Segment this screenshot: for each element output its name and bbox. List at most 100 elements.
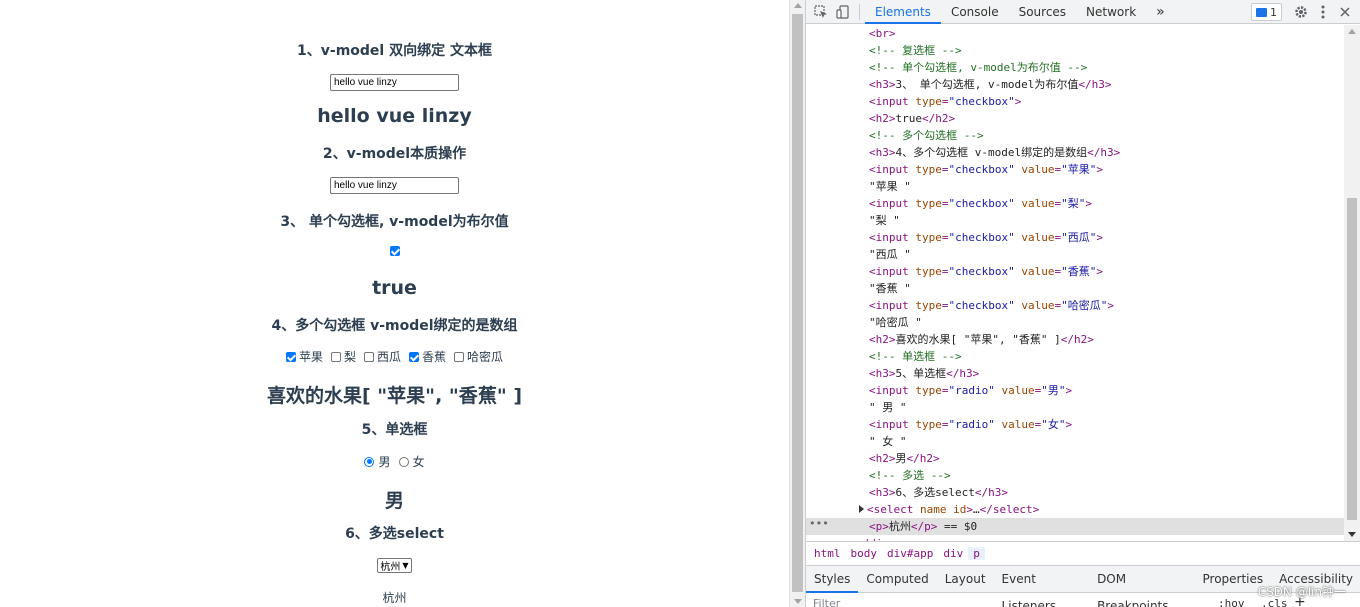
- fruit-checkbox-watermelon[interactable]: [363, 351, 374, 362]
- tab-dom-breakpoints[interactable]: DOM Breakpoints: [1089, 566, 1194, 607]
- fruit-label: 哈密瓜: [467, 350, 504, 364]
- chevron-down-icon: ▼: [402, 561, 409, 570]
- dom-line[interactable]: "哈密瓜 ": [806, 314, 1344, 331]
- dom-line[interactable]: <input type="checkbox" value="哈密瓜">: [806, 297, 1344, 314]
- inspect-element-icon[interactable]: [810, 1, 832, 23]
- radio-option-male[interactable]: 男: [364, 453, 391, 470]
- close-icon[interactable]: [1334, 1, 1356, 23]
- dom-line[interactable]: "香蕉 ": [806, 280, 1344, 297]
- dom-tree[interactable]: ••• <br> <!-- 复选框 --> <!-- 单个勾选框, v-model为…: [806, 25, 1344, 541]
- breadcrumb-p[interactable]: p: [968, 547, 985, 560]
- devtools-toolbar: Elements Console Sources Network » 1: [806, 0, 1360, 24]
- dom-line[interactable]: " 男 ": [806, 399, 1344, 416]
- dom-line[interactable]: <input type="checkbox" value="西瓜">: [806, 229, 1344, 246]
- tab-styles[interactable]: Styles: [806, 566, 859, 593]
- dom-line[interactable]: <input type="checkbox" value="香蕉">: [806, 263, 1344, 280]
- text-input-2[interactable]: [330, 177, 459, 194]
- issues-badge[interactable]: 1: [1251, 3, 1282, 21]
- scroll-down-icon[interactable]: [794, 599, 802, 604]
- dom-line[interactable]: <input type="checkbox">: [806, 93, 1344, 110]
- kebab-menu-icon[interactable]: [1312, 1, 1334, 23]
- tab-console[interactable]: Console: [941, 0, 1009, 24]
- breadcrumb-div-app[interactable]: div#app: [882, 547, 938, 560]
- dom-row-dots[interactable]: •••: [809, 515, 829, 532]
- row-single-checkbox: [0, 246, 789, 256]
- dom-line[interactable]: "苹果 ": [806, 178, 1344, 195]
- heading-single-checkbox: 3、 单个勾选框, v-model为布尔值: [280, 214, 509, 230]
- tab-event-listeners[interactable]: Event Listeners: [994, 566, 1090, 607]
- fruit-option-hami-melon[interactable]: 哈密瓜: [454, 348, 503, 365]
- breadcrumb-div[interactable]: div: [938, 547, 968, 560]
- dom-line[interactable]: <!-- 复选框 -->: [806, 42, 1344, 59]
- fruit-checkbox-banana[interactable]: [409, 351, 419, 362]
- dom-line[interactable]: <input type="checkbox" value="梨">: [806, 195, 1344, 212]
- dom-line[interactable]: "西瓜 ": [806, 246, 1344, 263]
- tab-elements[interactable]: Elements: [865, 0, 941, 24]
- dom-line[interactable]: <h3>4、多个勾选框 v-model绑定的是数组</h3>: [806, 144, 1344, 161]
- dom-line[interactable]: <h3>6、多选select</h3>: [806, 484, 1344, 501]
- breadcrumb-html[interactable]: html: [809, 547, 846, 560]
- expand-triangle-icon[interactable]: [859, 505, 864, 513]
- heading-v-model-text: 1、v-model 双向绑定 文本框: [297, 43, 492, 59]
- dom-line[interactable]: "梨 ": [806, 212, 1344, 229]
- radio-label: 女: [412, 455, 425, 469]
- dom-line[interactable]: <h3>3、 单个勾选框, v-model为布尔值</h3>: [806, 76, 1344, 93]
- city-select[interactable]: 杭州 ▼: [377, 558, 412, 573]
- dom-line[interactable]: " 女 ": [806, 433, 1344, 450]
- page-scroll-thumb[interactable]: [792, 14, 803, 592]
- fruit-option-banana[interactable]: 香蕉: [409, 348, 446, 365]
- dom-line[interactable]: <input type="radio" value="女">: [806, 416, 1344, 433]
- fruit-option-pear[interactable]: 梨: [330, 348, 356, 365]
- dom-line[interactable]: <h2>true</h2>: [806, 110, 1344, 127]
- more-tabs-icon[interactable]: »: [1146, 0, 1175, 24]
- tab-layout[interactable]: Layout: [937, 566, 994, 593]
- fruit-checkbox-pear[interactable]: [330, 351, 341, 362]
- device-toolbar-icon[interactable]: [832, 1, 854, 23]
- fruit-option-apple[interactable]: 苹果: [285, 348, 323, 365]
- dom-line[interactable]: <br>: [806, 25, 1344, 42]
- radio-option-female[interactable]: 女: [398, 453, 425, 470]
- radio-label: 男: [378, 455, 391, 469]
- tab-sources[interactable]: Sources: [1009, 0, 1076, 24]
- fruit-option-watermelon[interactable]: 西瓜: [363, 348, 401, 365]
- fruit-label: 梨: [343, 350, 356, 364]
- scroll-up-icon[interactable]: [794, 3, 802, 8]
- dom-line[interactable]: <h2>男</h2>: [806, 450, 1344, 467]
- dom-line[interactable]: <!-- 单选框 -->: [806, 348, 1344, 365]
- page-scrollbar[interactable]: [789, 0, 805, 607]
- breadcrumb-body[interactable]: body: [846, 547, 883, 560]
- output-city: 杭州: [382, 591, 407, 605]
- dom-line[interactable]: <!-- 单个勾选框, v-model为布尔值 -->: [806, 59, 1344, 76]
- dom-line[interactable]: <select name id>…</select>: [806, 501, 1344, 518]
- fruit-label: 西瓜: [376, 350, 401, 364]
- tab-network[interactable]: Network: [1076, 0, 1146, 24]
- fruit-checkbox-hami-melon[interactable]: [454, 351, 465, 362]
- heading-select: 6、多选select: [345, 526, 444, 542]
- row-input-2: [0, 177, 789, 194]
- dom-line[interactable]: <p>杭州</p> == $0: [806, 518, 1344, 535]
- dom-line[interactable]: <h2>喜欢的水果[ "苹果", "香蕉" ]</h2>: [806, 331, 1344, 348]
- tab-computed[interactable]: Computed: [858, 566, 936, 593]
- single-checkbox[interactable]: [389, 246, 400, 256]
- dom-line[interactable]: <!-- 多个勾选框 -->: [806, 127, 1344, 144]
- select-value: 杭州: [380, 562, 401, 573]
- devtools-panel: Elements Console Sources Network » 1 •••…: [805, 0, 1360, 607]
- dom-scrollbar[interactable]: [1344, 25, 1360, 541]
- radio-female[interactable]: [398, 456, 409, 467]
- toolbar-divider: [859, 3, 860, 20]
- dom-scroll-thumb[interactable]: [1347, 198, 1357, 520]
- dom-line[interactable]: <!-- 多选 -->: [806, 467, 1344, 484]
- dom-line[interactable]: <input type="radio" value="男">: [806, 382, 1344, 399]
- gear-icon[interactable]: [1290, 1, 1312, 23]
- fruit-checkbox-apple[interactable]: [285, 351, 296, 362]
- text-input-1[interactable]: [330, 74, 459, 91]
- radio-male[interactable]: [364, 456, 375, 467]
- toolbar-right: 1: [1251, 0, 1356, 24]
- filter-input[interactable]: Filter: [813, 597, 840, 607]
- watermark: CSDN @lin钟一: [1257, 585, 1346, 599]
- hov-toggle[interactable]: :hov: [1218, 597, 1245, 607]
- scroll-up-icon[interactable]: [1348, 29, 1356, 34]
- dom-line[interactable]: <input type="checkbox" value="苹果">: [806, 161, 1344, 178]
- dom-line[interactable]: <h3>5、单选框</h3>: [806, 365, 1344, 382]
- scroll-down-icon[interactable]: [1348, 532, 1356, 537]
